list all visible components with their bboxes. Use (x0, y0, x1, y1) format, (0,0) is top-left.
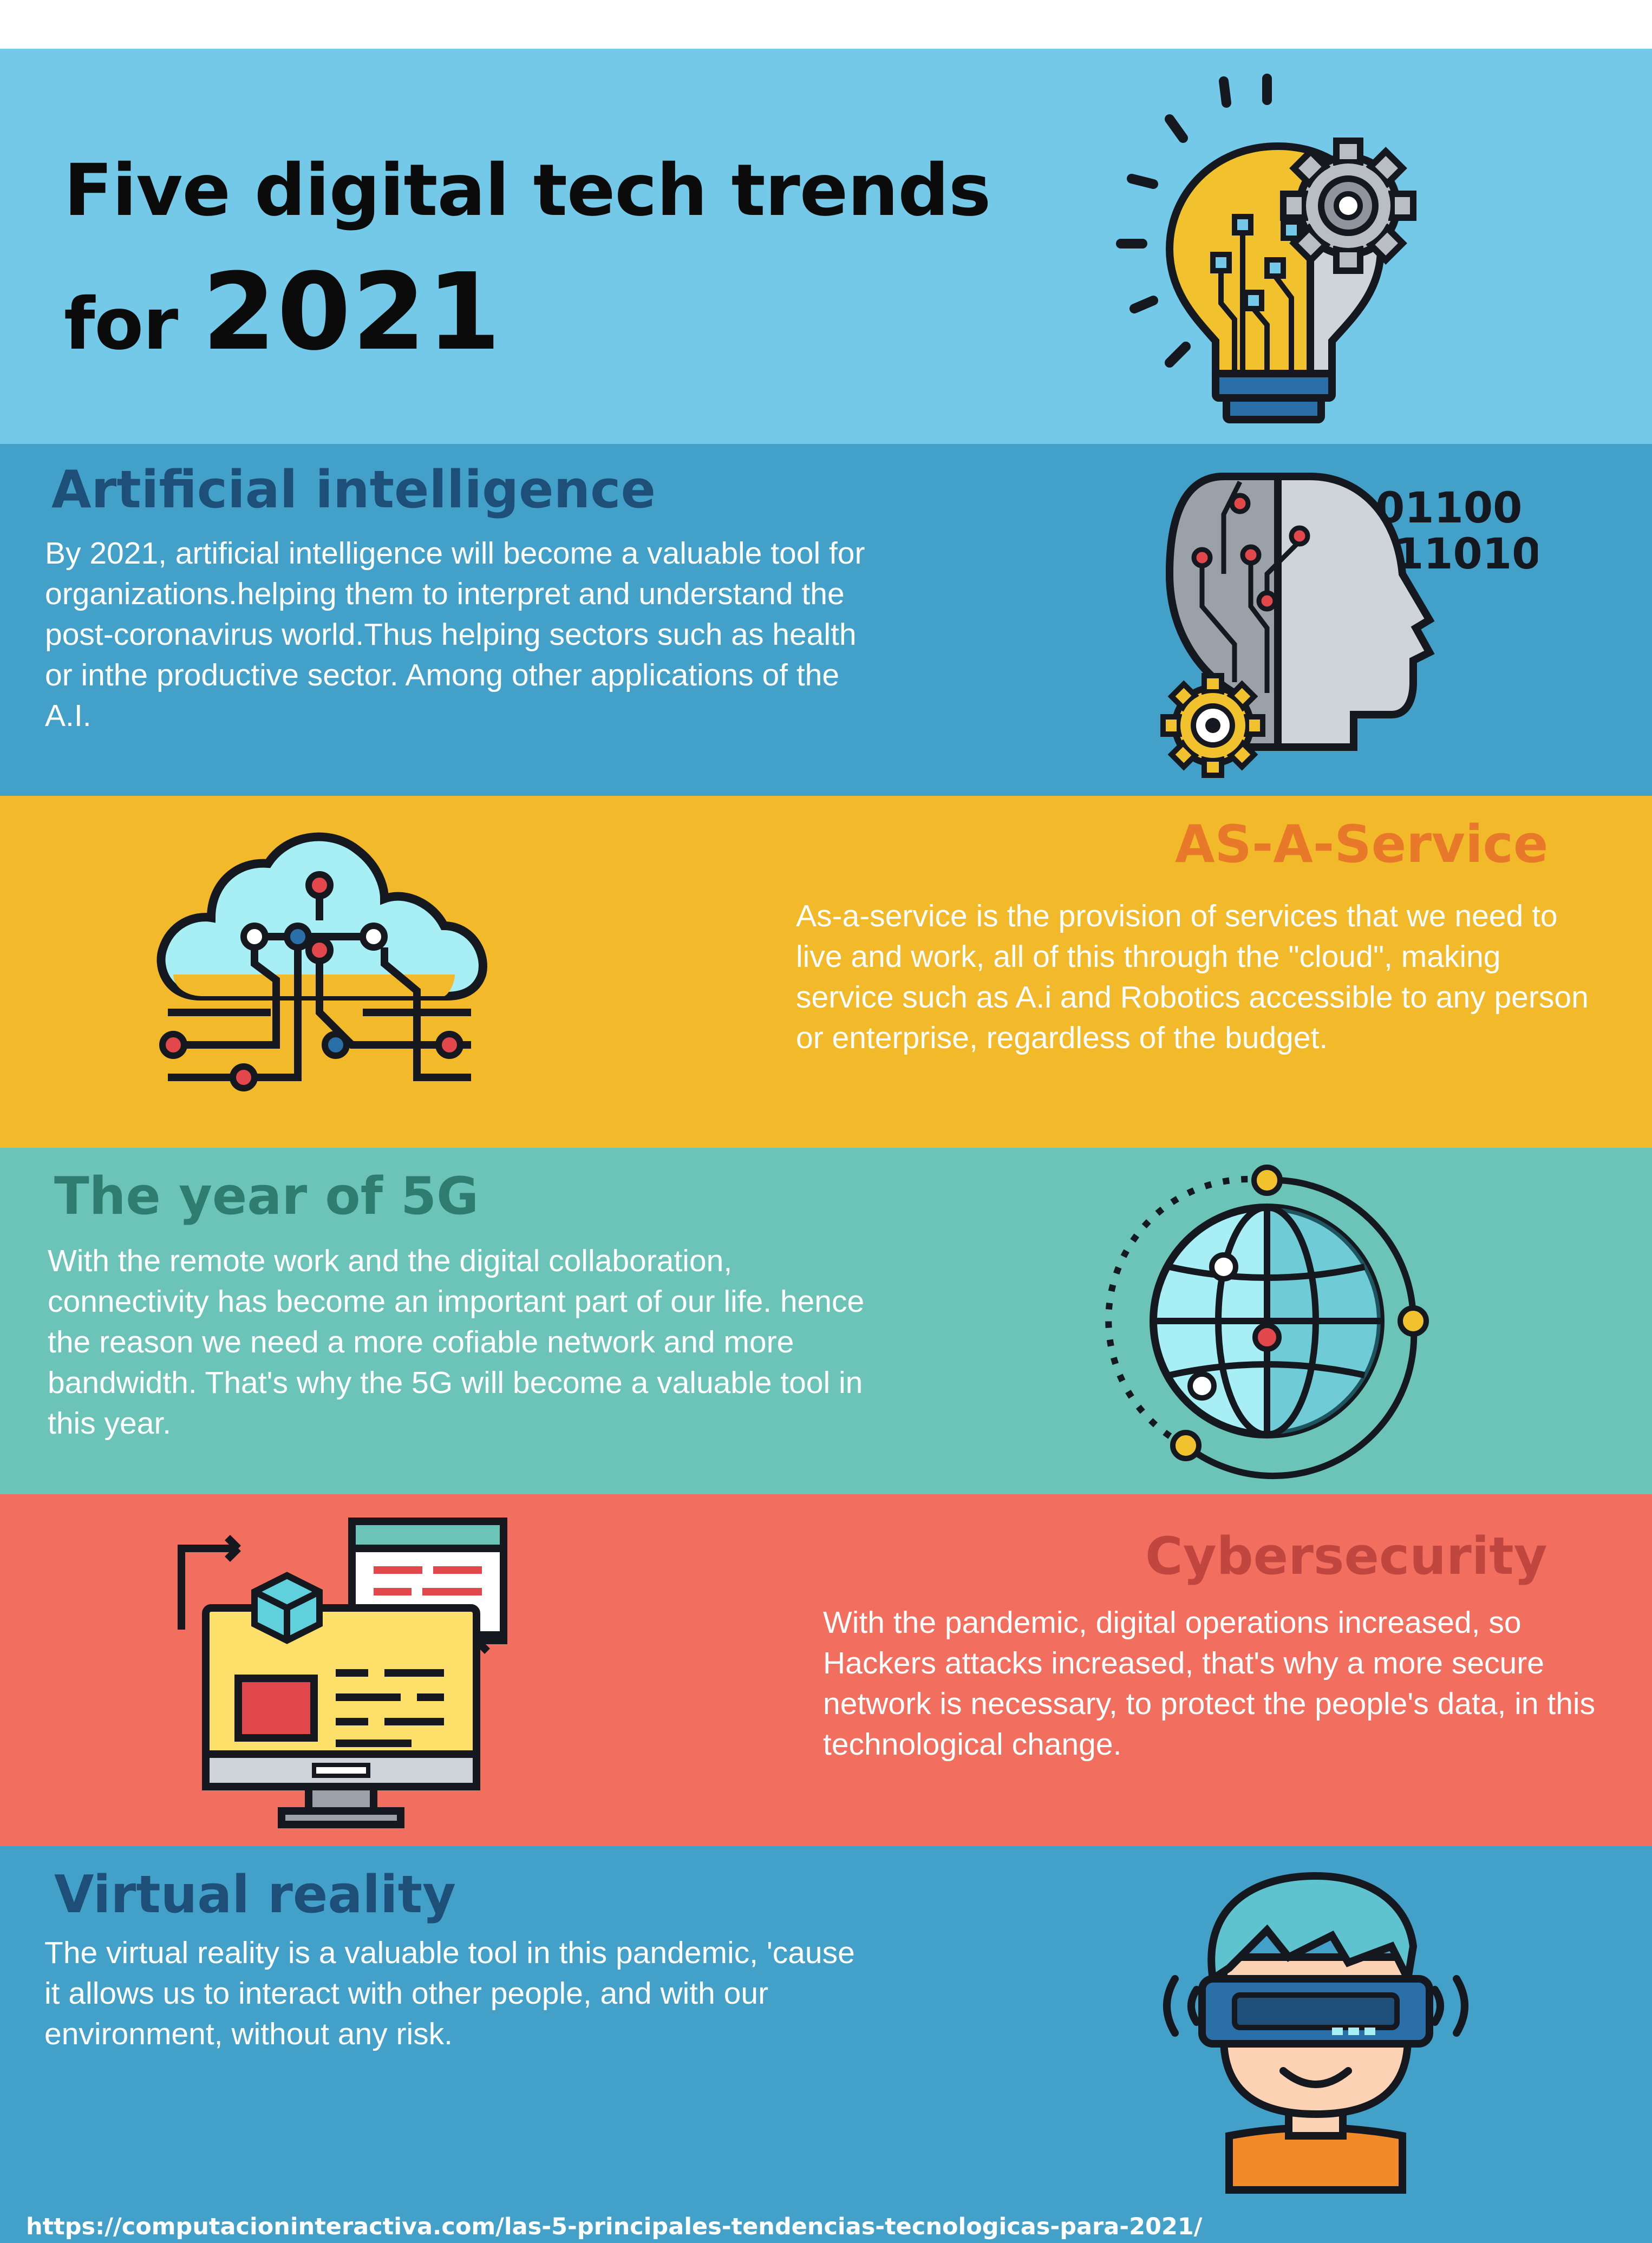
section-heading: The year of 5G (54, 1167, 479, 1226)
title-year: 2021 (202, 251, 502, 374)
section-heading: AS-A-Service (1175, 815, 1549, 874)
section-text: With the remote work and the digital col… (48, 1244, 865, 1441)
section-cybersecurity: Cybersecurity With the pandemic, digital… (0, 1494, 1652, 1846)
binary-digits-top: 01100 (1375, 484, 1522, 533)
section-text: By 2021, artificial intelligence will be… (45, 536, 865, 733)
binary-digits-bottom: 11010 (1394, 530, 1538, 579)
section-as-a-service: AS-A-Service As-a-service is the provisi… (0, 796, 1652, 1148)
globe-network-icon (1105, 1165, 1429, 1480)
title-for: for (64, 283, 178, 366)
source-url-link[interactable]: https://computacioninteractiva.com/las-5… (26, 2212, 1203, 2242)
page-title: Five digital tech trends for 2021 (64, 130, 991, 385)
vr-headset-person-icon (1163, 1872, 1468, 2194)
section-heading: Cybersecurity (1145, 1527, 1547, 1586)
section-text: The virtual reality is a valuable tool i… (44, 1935, 855, 2051)
section-artificial-intelligence: Artificial intelligence By 2021, artific… (0, 444, 1652, 796)
header-band: Five digital tech trends for 2021 (0, 49, 1652, 444)
section-heading: Artificial intelligence (51, 460, 656, 520)
section-virtual-reality: Virtual reality The virtual reality is a… (0, 1846, 1652, 2243)
section-year-of-5g: The year of 5G With the remote work and … (0, 1148, 1652, 1494)
section-text: With the pandemic, digital operations in… (823, 1605, 1596, 1762)
lightbulb-gear-icon (1116, 74, 1416, 423)
section-heading: Virtual reality (54, 1865, 456, 1925)
robot-head-icon: 01100 11010 (1160, 473, 1538, 778)
computer-screen-icon (178, 1518, 507, 1828)
title-line1: Five digital tech trends (64, 149, 991, 232)
section-text: As-a-service is the provision of service… (796, 899, 1589, 1055)
cloud-network-icon (156, 832, 487, 1091)
